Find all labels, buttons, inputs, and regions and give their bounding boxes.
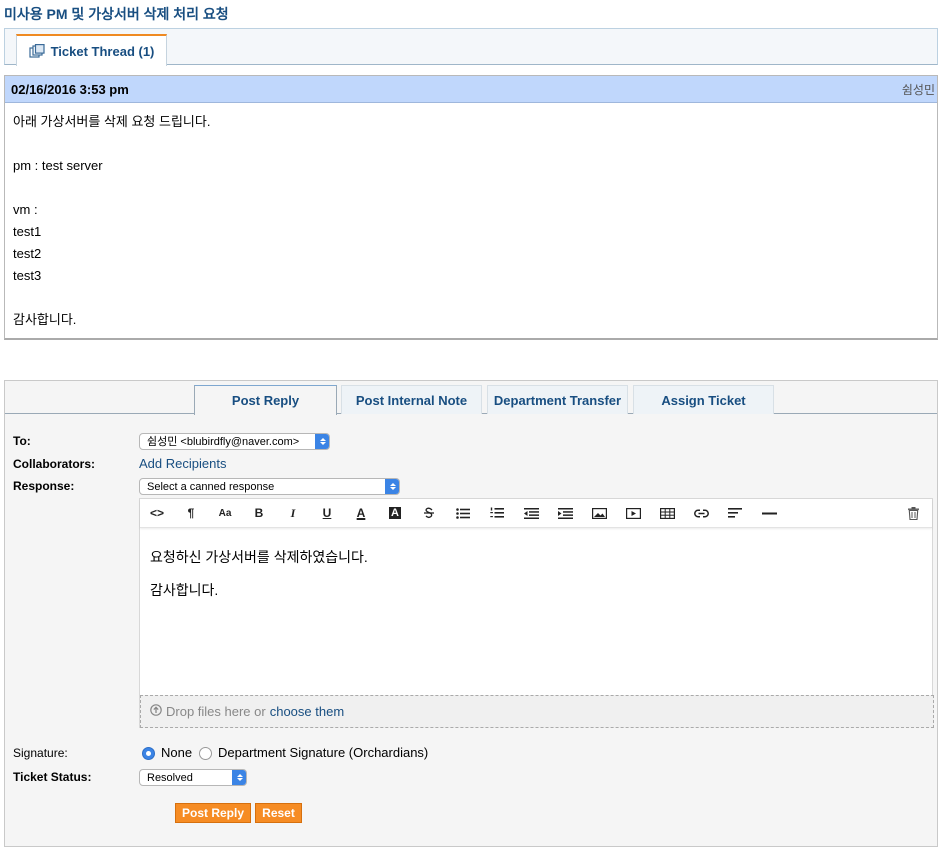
to-select[interactable]: 쉼성민 <blubirdfly@naver.com> <box>139 433 330 450</box>
signature-label: Signature: <box>13 746 68 760</box>
select-arrows-icon <box>385 479 399 494</box>
entry-line: test2 <box>13 246 42 261</box>
thread-entry: 02/16/2016 3:53 pm 쉼성민 아래 가상서버를 삭제 요청 드립… <box>4 75 938 340</box>
entry-poster: 쉼성민 <box>901 82 935 97</box>
tab-assign-ticket[interactable]: Assign Ticket <box>633 385 774 414</box>
upload-icon <box>150 704 162 719</box>
choose-files-link[interactable]: choose them <box>270 704 344 719</box>
align-icon[interactable] <box>718 499 752 528</box>
signature-none-label: None <box>161 745 193 760</box>
entry-date: 02/16/2016 3:53 pm <box>11 81 129 97</box>
response-tab-bar: Post Reply Post Internal Note Department… <box>5 381 937 415</box>
reset-button[interactable]: Reset <box>255 803 302 823</box>
signature-none-radio[interactable] <box>142 747 155 760</box>
entry-line <box>13 287 929 309</box>
font-color-icon[interactable]: A <box>344 499 378 528</box>
paragraph-icon[interactable]: ¶ <box>174 499 208 528</box>
canned-response-select[interactable]: Select a canned response <box>139 478 400 495</box>
entry-line: test3 <box>13 268 42 283</box>
entry-body: 아래 가상서버를 삭제 요청 드립니다. pm : test server vm… <box>5 103 937 339</box>
video-icon[interactable] <box>616 499 650 528</box>
entry-header: 02/16/2016 3:53 pm 쉼성민 <box>5 76 937 103</box>
tab-ticket-thread[interactable]: Ticket Thread (1) <box>16 34 167 66</box>
outdent-icon[interactable] <box>514 499 548 528</box>
bold-icon[interactable]: B <box>242 499 276 528</box>
select-arrows-icon <box>315 434 329 449</box>
tab-post-reply[interactable]: Post Reply <box>194 385 337 415</box>
indent-icon[interactable] <box>548 499 582 528</box>
to-value: 쉼성민 <blubirdfly@naver.com> <box>147 436 300 448</box>
entry-line <box>13 177 929 199</box>
strikethrough-icon[interactable] <box>412 499 446 528</box>
trash-icon[interactable] <box>896 499 930 528</box>
ticket-status-label: Ticket Status: <box>13 770 92 784</box>
canned-response-value: Select a canned response <box>147 481 275 493</box>
select-arrows-icon <box>232 770 246 785</box>
ordered-list-icon[interactable] <box>480 499 514 528</box>
entry-line: 감사합니다. <box>13 312 77 327</box>
image-icon[interactable] <box>582 499 616 528</box>
ticket-status-value: Resolved <box>147 772 193 784</box>
dropzone-text: Drop files here or <box>166 704 266 719</box>
response-label: Response: <box>13 479 75 493</box>
thread-tab-bar: Ticket Thread (1) <box>4 28 938 66</box>
entry-line: vm : <box>13 202 38 217</box>
thread-icon <box>28 44 45 58</box>
to-label: To: <box>13 434 31 448</box>
editor-paragraph: 요청하신 가상서버를 삭제하였습니다. <box>150 549 368 565</box>
background-color-icon[interactable]: A <box>378 499 412 528</box>
entry-line: pm : test server <box>13 158 103 173</box>
entry-line <box>13 133 929 155</box>
response-area: Post Reply Post Internal Note Department… <box>4 380 938 847</box>
code-view-icon[interactable]: <> <box>140 499 174 528</box>
signature-department-label: Department Signature (Orchardians) <box>218 745 429 760</box>
link-icon[interactable] <box>684 499 718 528</box>
collaborators-label: Collaborators: <box>13 457 96 471</box>
reply-editor[interactable]: <> ¶ Aa B I U A A 요청하신 가상서버를 삭제하였습니다. 감사… <box>139 498 934 728</box>
font-size-icon[interactable]: Aa <box>208 499 242 528</box>
underline-icon[interactable]: U <box>310 499 344 528</box>
file-dropzone[interactable]: Drop files here or choose them <box>140 695 934 728</box>
post-reply-button[interactable]: Post Reply <box>175 803 251 823</box>
ticket-status-select[interactable]: Resolved <box>139 769 247 786</box>
signature-department-radio[interactable] <box>199 747 212 760</box>
tab-post-internal-note[interactable]: Post Internal Note <box>341 385 482 414</box>
tab-department-transfer[interactable]: Department Transfer <box>487 385 628 414</box>
add-recipients-link[interactable]: Add Recipients <box>139 456 226 471</box>
horizontal-rule-icon[interactable] <box>752 499 786 528</box>
unordered-list-icon[interactable] <box>446 499 480 528</box>
editor-content[interactable]: 요청하신 가상서버를 삭제하였습니다. 감사합니다. <box>140 528 932 634</box>
tab-label: Ticket Thread (1) <box>50 43 155 59</box>
entry-line: test1 <box>13 224 42 239</box>
italic-icon[interactable]: I <box>276 499 310 528</box>
table-icon[interactable] <box>650 499 684 528</box>
editor-toolbar: <> ¶ Aa B I U A A <box>140 499 932 528</box>
entry-line: 아래 가상서버를 삭제 요청 드립니다. <box>13 114 211 129</box>
editor-paragraph: 감사합니다. <box>150 582 219 598</box>
page-title: 미사용 PM 및 가상서버 삭제 처리 요청 <box>4 6 229 22</box>
